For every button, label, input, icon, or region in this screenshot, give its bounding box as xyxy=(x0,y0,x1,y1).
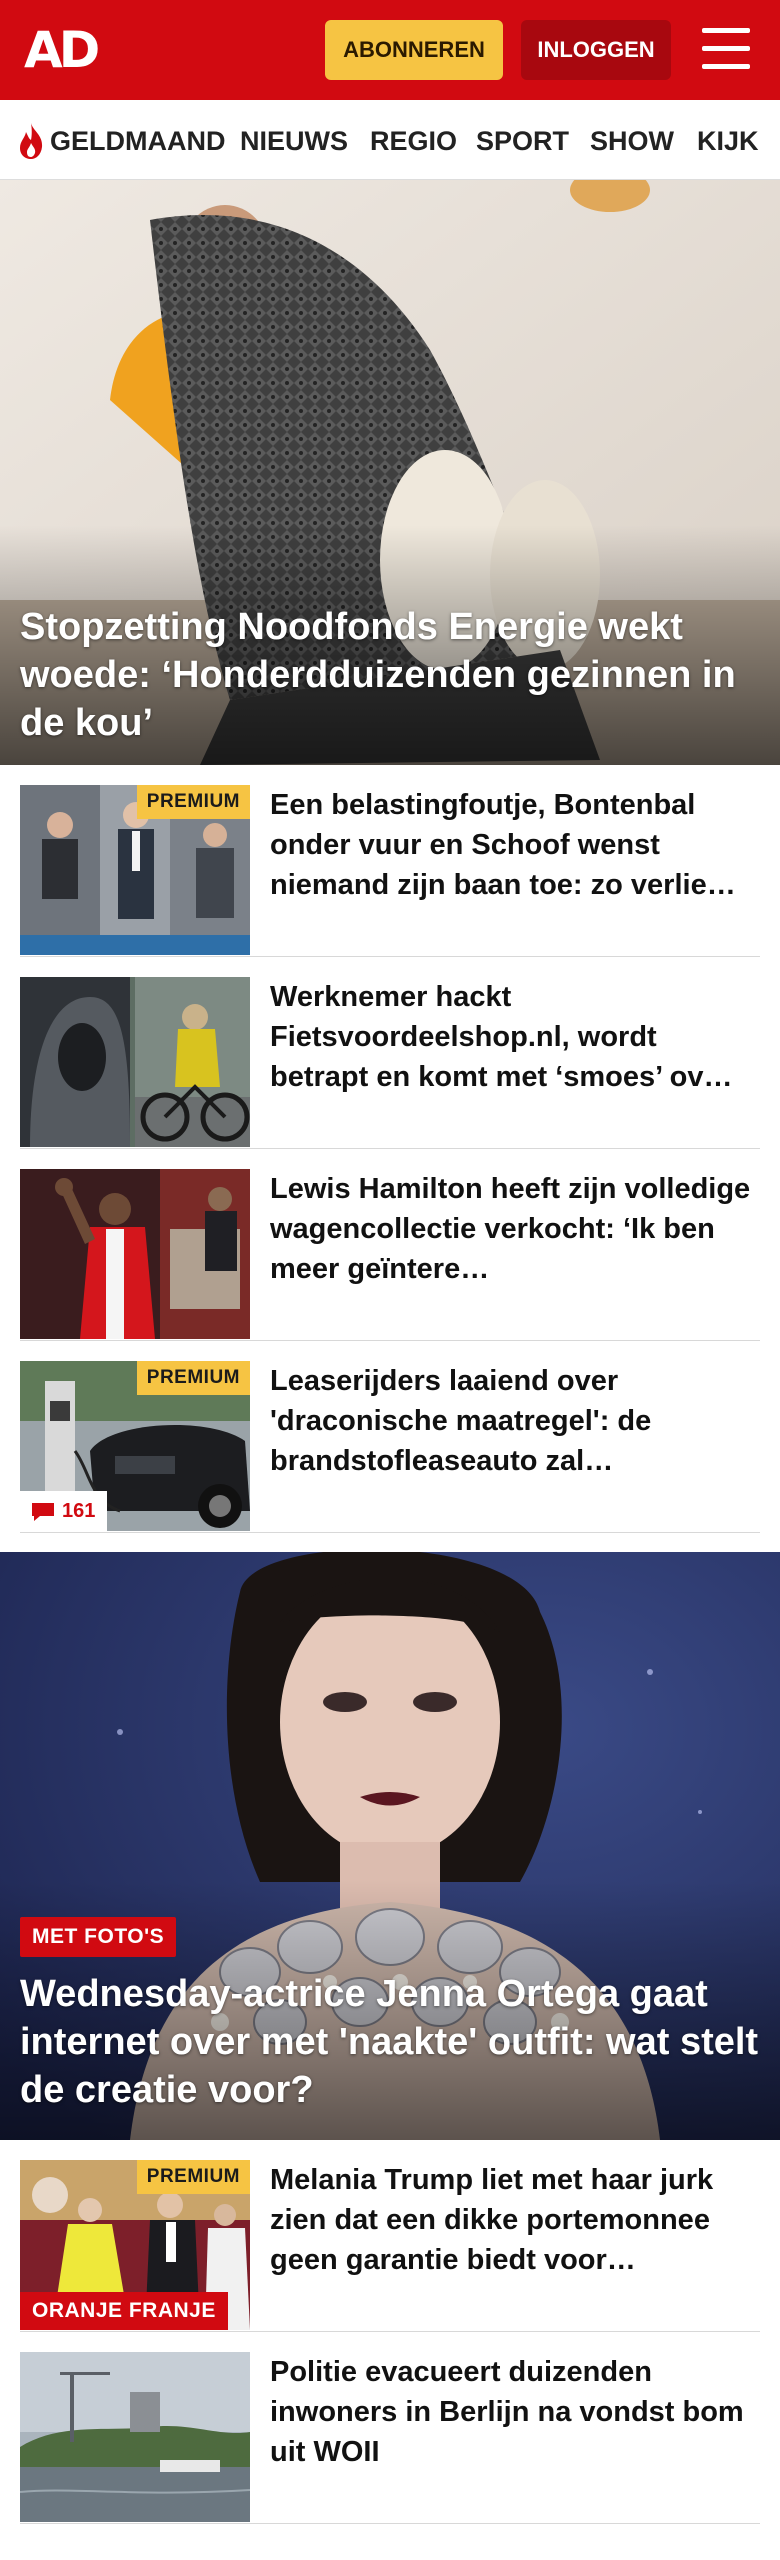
feature-article[interactable]: MET FOTO'S Wednesday-actrice Jenna Orteg… xyxy=(0,1552,780,2140)
nav-item-nieuws[interactable]: NIEUWS xyxy=(240,124,348,158)
nav-item-regio[interactable]: REGIO xyxy=(370,124,457,158)
list-item[interactable]: PREMIUM Een belastingfoutje, Bontenbal o… xyxy=(20,765,760,957)
premium-badge: PREMIUM xyxy=(136,785,250,819)
article-title[interactable]: Politie evacueert duizenden inwoners in … xyxy=(270,2352,760,2472)
feature-title[interactable]: Wednesday-actrice Jenna Ortega gaat inte… xyxy=(20,1970,760,2114)
section-label: ORANJE FRANJE xyxy=(20,2292,228,2330)
photos-tag: MET FOTO'S xyxy=(20,1917,177,1957)
ad-logo[interactable]: AD xyxy=(24,22,116,78)
flame-icon xyxy=(20,123,43,159)
nav-item-sport[interactable]: SPORT xyxy=(476,124,569,158)
list-item[interactable]: Politie evacueert duizenden inwoners in … xyxy=(20,2332,760,2524)
list-item[interactable]: PREMIUM ORANJE FRANJE Melania Trump liet… xyxy=(20,2140,760,2332)
article-title[interactable]: Melania Trump liet met haar jurk zien da… xyxy=(270,2160,760,2280)
thumbnail-image xyxy=(20,977,250,1147)
login-button[interactable]: INLOGGEN xyxy=(521,20,671,80)
article-title[interactable]: Lewis Hamilton heeft zijn volledige wage… xyxy=(270,1169,760,1289)
thumbnail-image xyxy=(20,1169,250,1339)
article-title[interactable]: Een belastingfoutje, Bontenbal onder vuu… xyxy=(270,785,760,905)
comment-icon xyxy=(32,1502,54,1521)
nav-item-show[interactable]: SHOW xyxy=(590,124,674,158)
top-bar: AD ABONNEREN INLOGGEN xyxy=(0,0,780,100)
comment-count: 161 xyxy=(62,1500,96,1522)
article-thumbnail[interactable]: PREMIUM 161 xyxy=(20,1361,250,1531)
list-item[interactable]: Lewis Hamilton heeft zijn volledige wage… xyxy=(20,1149,760,1341)
article-thumbnail[interactable] xyxy=(20,977,250,1147)
hero-article[interactable]: Stopzetting Noodfonds Energie wekt woede… xyxy=(0,180,780,765)
comment-count-badge[interactable]: 161 xyxy=(20,1491,108,1531)
nav-item-geldmaand[interactable]: GELDMAAND xyxy=(50,124,226,158)
article-title[interactable]: Leaserijders laaiend over 'draconische m… xyxy=(270,1361,760,1481)
article-title[interactable]: Werknemer hackt Fietsvoordeelshop.nl, wo… xyxy=(270,977,760,1097)
premium-badge: PREMIUM xyxy=(136,1361,250,1395)
article-thumbnail[interactable] xyxy=(20,2352,250,2522)
premium-badge: PREMIUM xyxy=(136,2160,250,2194)
article-thumbnail[interactable]: PREMIUM xyxy=(20,785,250,955)
hamburger-menu-icon[interactable] xyxy=(700,26,752,72)
thumbnail-image xyxy=(20,2352,250,2522)
subscribe-button[interactable]: ABONNEREN xyxy=(325,20,503,80)
hero-title[interactable]: Stopzetting Noodfonds Energie wekt woede… xyxy=(20,603,760,747)
article-thumbnail[interactable]: PREMIUM ORANJE FRANJE xyxy=(20,2160,250,2330)
section-nav: GELDMAAND NIEUWS REGIO SPORT SHOW KIJK xyxy=(0,100,780,180)
list-item[interactable]: PREMIUM 161 Leaserijders laaiend over 'd… xyxy=(20,1341,760,1533)
article-thumbnail[interactable] xyxy=(20,1169,250,1339)
nav-item-kijk[interactable]: KIJK xyxy=(697,124,759,158)
list-item[interactable]: Werknemer hackt Fietsvoordeelshop.nl, wo… xyxy=(20,957,760,1149)
